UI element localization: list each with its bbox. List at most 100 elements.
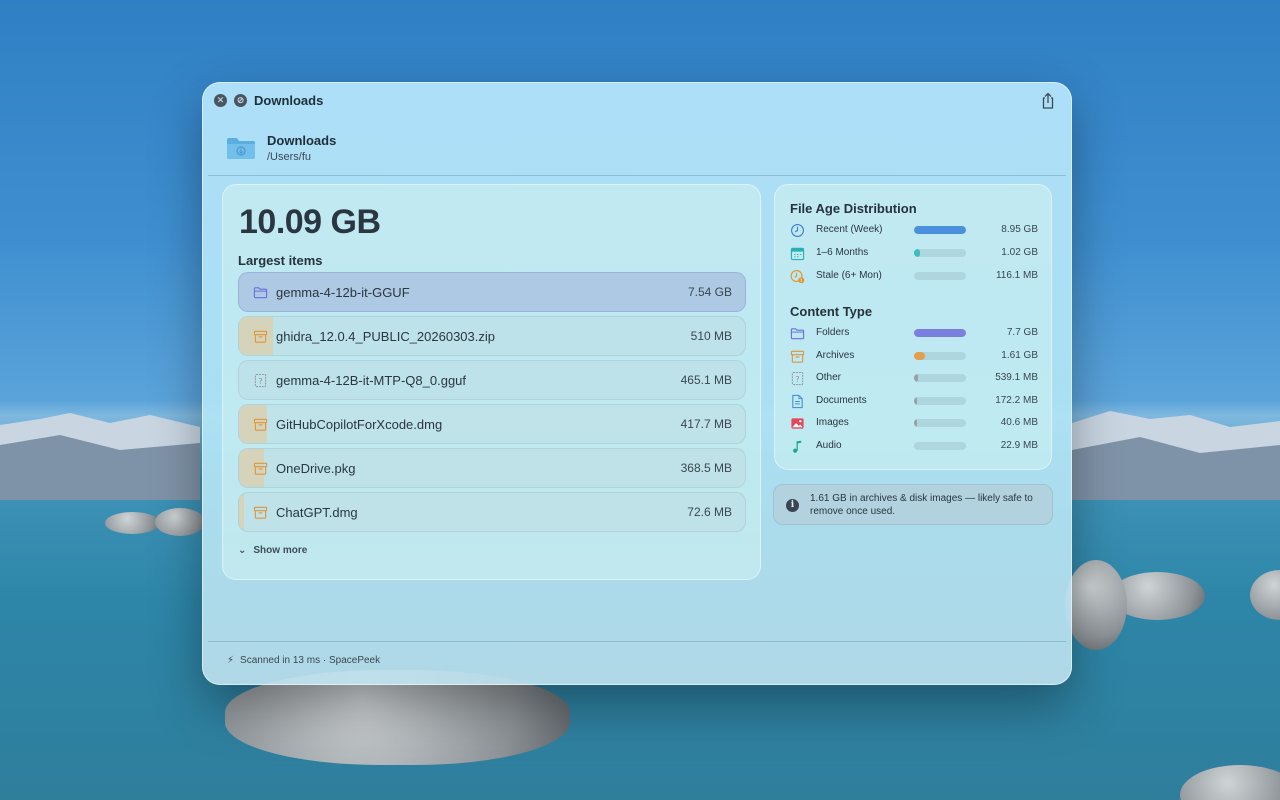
content_type-value: 539.1 MB [995, 372, 1038, 384]
item-size-fill [239, 493, 245, 531]
content_type-bar [914, 419, 966, 428]
content_type-row: ? Other 539.1 MB [790, 370, 1038, 388]
largest-item-row[interactable]: gemma-4-12b-it-GGUF 7.54 GB [238, 272, 746, 312]
archive-icon [253, 461, 268, 476]
largest-item-row[interactable]: OneDrive.pkg 368.5 MB [238, 448, 746, 488]
content_type-row: Archives 1.61 GB [790, 348, 1038, 366]
unknown-file-icon: ? [253, 373, 268, 388]
age_distribution-row: ! Stale (6+ Mon) 116.1 MB [790, 268, 1038, 286]
content_type-label: Audio [816, 440, 842, 451]
age_distribution-label: 1–6 Months [816, 247, 869, 258]
content_type-row: Documents 172.2 MB [790, 393, 1038, 411]
folder-path: /Users/fu [267, 151, 312, 163]
show-more-label: Show more [253, 545, 308, 556]
item-name: GitHubCopilotForXcode.dmg [276, 417, 443, 432]
content_type-bar [914, 442, 966, 450]
content_type-row: Audio 22.9 MB [790, 438, 1038, 456]
item-name: gemma-4-12B-it-MTP-Q8_0.gguf [276, 373, 467, 388]
content_type-bar [914, 351, 966, 360]
content_type-value: 40.6 MB [1000, 417, 1038, 429]
age_distribution-row: Recent (Week) 8.95 GB [790, 222, 1038, 240]
wallpaper-rock [1180, 765, 1280, 800]
item-size: 368.5 MB [680, 461, 732, 475]
chevron-down-icon: ⌄ [238, 545, 247, 556]
show-more-button[interactable]: ⌄ Show more [238, 545, 307, 556]
item-size: 510 MB [690, 329, 732, 343]
content_type-value: 22.9 MB [1000, 440, 1038, 451]
info-icon: i [786, 499, 799, 512]
wallpaper-rock [1065, 560, 1127, 650]
age_distribution-value: 8.95 GB [1001, 224, 1038, 235]
age_distribution-bar [914, 272, 966, 280]
archive-icon [790, 349, 805, 364]
content_type-bar [914, 374, 966, 383]
content_type-bar [914, 329, 966, 337]
tip-text: 1.61 GB in archives & disk images — like… [810, 493, 1033, 517]
footer-divider [208, 641, 1066, 642]
content_type-bar-fill [914, 374, 918, 383]
age_distribution-bar-fill [914, 249, 920, 257]
folder-icon [253, 285, 268, 300]
content_type-value: 172.2 MB [995, 394, 1038, 406]
minimize-icon[interactable]: ⊘ [234, 94, 247, 107]
content-type-title: Content Type [790, 304, 873, 319]
total-size: 10.09 GB [239, 203, 381, 241]
document-icon [790, 394, 805, 409]
window-title: Downloads [254, 93, 324, 108]
age_distribution-value: 116.1 MB [995, 270, 1038, 281]
cleanup-tip: i 1.61 GB in archives & disk images — li… [773, 484, 1053, 525]
summary-panel: 10.09 GB Largest items gemma-4-12b-it-GG… [222, 184, 761, 580]
content_type-bar-fill [914, 329, 966, 337]
music-note-icon [790, 439, 805, 454]
archive-icon [253, 505, 268, 520]
item-name: OneDrive.pkg [276, 461, 356, 476]
largest-items-title: Largest items [238, 253, 323, 268]
header-divider [208, 175, 1066, 176]
item-size: 72.6 MB [687, 505, 732, 519]
age_distribution-bar [914, 249, 966, 257]
content_type-label: Other [816, 372, 842, 384]
item-name: ChatGPT.dmg [276, 505, 358, 520]
content_type-row: Images 40.6 MB [790, 415, 1038, 433]
wallpaper-rock [155, 508, 205, 536]
largest-item-row[interactable]: ghidra_12.0.4_PUBLIC_20260303.zip 510 MB [238, 316, 746, 356]
folder-icon [790, 326, 805, 341]
largest-item-row[interactable]: ChatGPT.dmg 72.6 MB [238, 492, 746, 532]
content_type-value: 7.7 GB [1006, 327, 1038, 338]
image-icon [790, 416, 805, 431]
svg-text:?: ? [796, 375, 800, 384]
age_distribution-label: Recent (Week) [816, 224, 883, 235]
title-bar: ✕ ⊘ Downloads [202, 82, 1072, 120]
content_type-label: Archives [816, 349, 855, 361]
close-icon[interactable]: ✕ [214, 94, 227, 107]
content_type-bar-fill [914, 396, 918, 405]
folder-download-icon [227, 138, 255, 159]
item-name: gemma-4-12b-it-GGUF [276, 285, 410, 300]
age_distribution-value: 1.02 GB [1001, 247, 1038, 258]
share-icon[interactable] [1040, 92, 1056, 110]
age_distribution-bar [914, 226, 966, 234]
clock-icon [790, 223, 805, 238]
age-distribution-title: File Age Distribution [790, 201, 917, 216]
largest-items-list: gemma-4-12b-it-GGUF 7.54 GB ghidra_12.0.4_… [238, 272, 746, 536]
item-name: ghidra_12.0.4_PUBLIC_20260303.zip [276, 329, 496, 344]
content_type-row: Folders 7.7 GB [790, 325, 1038, 343]
downloads-window: ✕ ⊘ Downloads Downloads /Users/fu 10.09 … [202, 82, 1072, 685]
content_type-bar-fill [914, 351, 925, 360]
unknown-file-icon: ? [790, 371, 805, 386]
archive-icon [253, 329, 268, 344]
content_type-label: Images [816, 417, 849, 429]
stale-clock-icon: ! [790, 269, 805, 284]
content_type-bar-fill [914, 419, 918, 428]
age_distribution-label: Stale (6+ Mon) [816, 270, 882, 281]
largest-item-row[interactable]: ? gemma-4-12B-it-MTP-Q8_0.gguf 465.1 MB [238, 360, 746, 400]
item-size: 417.7 MB [680, 417, 732, 431]
bolt-icon: ⚡ [227, 655, 235, 666]
wallpaper-rock [105, 512, 160, 534]
svg-text:?: ? [259, 377, 263, 386]
item-size: 7.54 GB [687, 285, 732, 299]
archive-icon [253, 417, 268, 432]
stats-panel: File Age Distribution Content Type Recen… [774, 184, 1052, 470]
content_type-label: Documents [816, 394, 867, 406]
largest-item-row[interactable]: GitHubCopilotForXcode.dmg 417.7 MB [238, 404, 746, 444]
